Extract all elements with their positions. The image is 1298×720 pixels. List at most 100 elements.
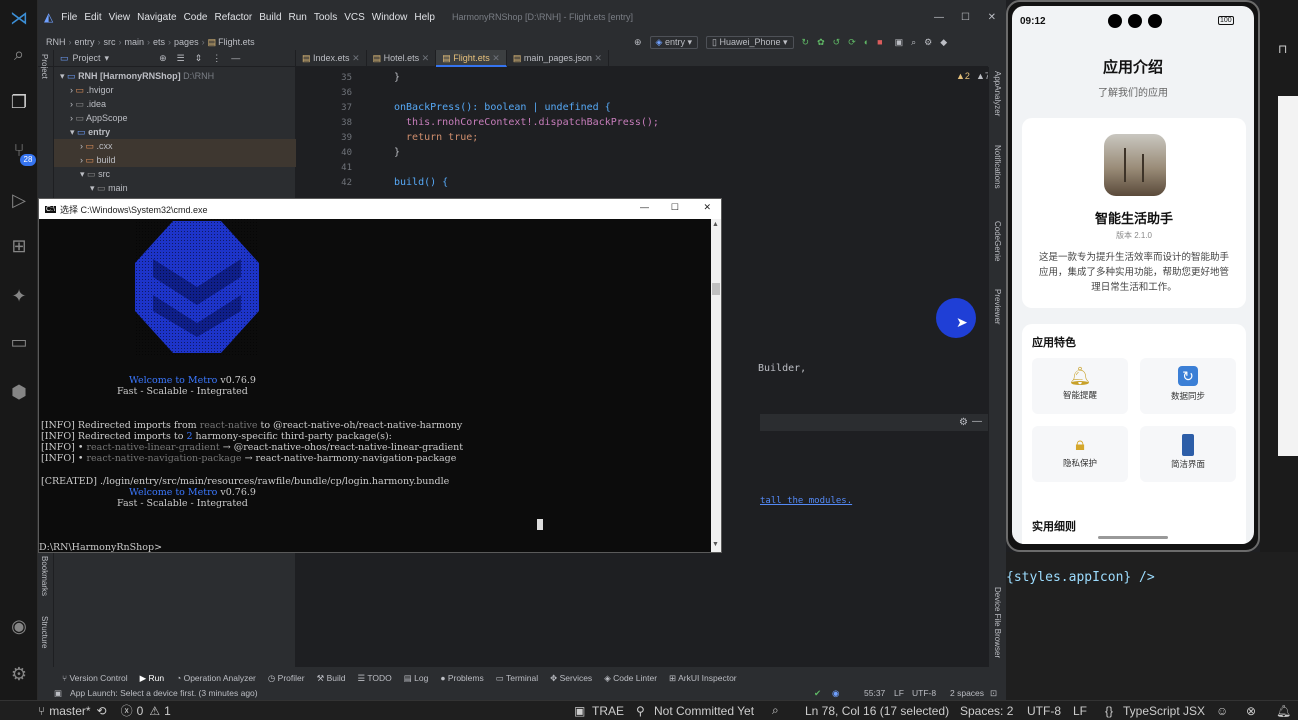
menu-build[interactable]: Build — [259, 12, 281, 23]
tree-item[interactable]: › ▭ .idea — [54, 97, 296, 111]
feature-item[interactable]: 🔒︎ 隐私保护 — [1032, 426, 1128, 482]
tree-item[interactable]: › ▭ build — [54, 153, 296, 167]
status-message[interactable]: App Launch: Select a device first. (3 mi… — [70, 688, 258, 698]
menu-vcs[interactable]: VCS — [344, 12, 365, 23]
debug-icon[interactable]: ✿ — [817, 37, 825, 48]
breadcrumb-item[interactable]: entry — [75, 37, 95, 47]
warning-count[interactable]: 1 — [164, 704, 171, 718]
structure-tool-tab[interactable]: Structure — [40, 616, 49, 648]
tab-log[interactable]: ▤ Log — [404, 673, 429, 684]
menu-edit[interactable]: Edit — [84, 12, 101, 23]
notifications-icon[interactable]: 🔔︎ — [1276, 704, 1291, 718]
breadcrumb-item[interactable]: Flight.ets — [218, 37, 255, 47]
stop-icon[interactable]: ■ — [877, 37, 882, 47]
tab-version-control[interactable]: ⑂ Version Control — [62, 673, 128, 683]
tab-operation-analyzer[interactable]: ◔ Operation Analyzer — [176, 673, 256, 683]
menu-code[interactable]: Code — [184, 12, 208, 23]
tab-code-linter[interactable]: ◈ Code Linter — [604, 673, 657, 684]
feature-item[interactable]: ↻ 数据同步 — [1140, 358, 1236, 414]
cmd-prompt[interactable]: D:\RN\HarmonyRnShop> — [39, 542, 162, 553]
hide-panel-icon[interactable]: — — [231, 53, 240, 63]
breadcrumb-item[interactable]: main — [125, 37, 145, 47]
explorer-icon[interactable]: ❐ — [7, 90, 31, 114]
git-branch[interactable]: master* — [49, 704, 90, 718]
tab-arkui-inspector[interactable]: ⊞ ArkUI Inspector — [669, 673, 737, 684]
coverage-icon[interactable]: ◐ — [864, 37, 869, 47]
extensions-icon[interactable]: ⊞ — [7, 234, 31, 258]
tree-item[interactable]: ▾ ▭ entry — [54, 125, 296, 139]
notifications-tool-tab[interactable]: Notifications — [993, 145, 1002, 189]
breadcrumb-item[interactable]: ets — [153, 37, 165, 47]
feature-item[interactable]: 🔔︎ 智能提醒 — [1032, 358, 1128, 414]
menu-window[interactable]: Window — [372, 12, 408, 23]
trae-label[interactable]: TRAE — [592, 704, 624, 718]
commit-status[interactable]: Not Committed Yet — [654, 704, 754, 718]
tab-terminal[interactable]: ▭ Terminal — [496, 673, 538, 684]
shield-icon[interactable]: ⬢ — [7, 380, 31, 404]
tab-run[interactable]: ▶ Run — [140, 673, 165, 684]
cmd-minimize-button[interactable]: — — [640, 202, 649, 212]
search-icon[interactable]: ⌕ — [7, 42, 31, 66]
menu-file[interactable]: File — [61, 12, 77, 23]
language-mode[interactable]: TypeScript JSX — [1123, 704, 1205, 718]
menu-view[interactable]: View — [109, 12, 131, 23]
menu-run[interactable]: Run — [289, 12, 307, 23]
lock-icon[interactable]: ⊡ — [990, 688, 997, 699]
console-link[interactable]: tall the modules. — [760, 496, 852, 506]
file-encoding[interactable]: UTF-8 — [912, 688, 936, 698]
run-config-select[interactable]: ◈ entry ▾ — [649, 35, 699, 49]
close-button[interactable]: ✕ — [988, 12, 996, 23]
expand-icon[interactable]: ⇕ — [195, 53, 203, 64]
cursor-position[interactable]: Ln 78, Col 16 (17 selected) — [805, 704, 949, 718]
search-everywhere-icon[interactable]: ⌕ — [911, 37, 916, 48]
extension-icon[interactable]: ✦ — [7, 284, 31, 308]
rerun-icon[interactable]: ↻ — [802, 37, 810, 48]
locate-icon[interactable]: ⊕ — [159, 53, 167, 64]
sync-status-icon[interactable]: ⟲ — [97, 704, 107, 718]
maximize-button[interactable]: ☐ — [961, 12, 970, 23]
tab-flight[interactable]: ▤ Flight.ets ✕ — [436, 49, 507, 67]
cmd-close-button[interactable]: ✕ — [703, 202, 711, 213]
tab-services[interactable]: ✥ Services — [550, 673, 592, 684]
tree-item[interactable]: › ▭ AppScope — [54, 111, 296, 125]
warning-icon[interactable]: ▲2 — [956, 71, 970, 81]
gear-icon[interactable]: ⚙ — [7, 662, 31, 686]
indent-status[interactable]: Spaces: 2 — [960, 704, 1013, 718]
account-icon[interactable]: ◉ — [7, 614, 31, 638]
collapse-icon[interactable]: ☰ — [177, 53, 185, 64]
error-count[interactable]: 0 — [137, 704, 144, 718]
cmd-window[interactable]: C:\ 选择 C:\Windows\System32\cmd.exe — ☐ ✕… — [38, 198, 722, 553]
live-share-icon[interactable]: ⊗ — [1246, 704, 1256, 718]
tree-item[interactable]: ▾ ▭ main — [54, 181, 296, 195]
cmd-output[interactable]: Welcome to Metro v0.76.9 Fast - Scalable… — [39, 219, 711, 553]
settings-icon[interactable]: ⚙ — [924, 37, 932, 48]
hide-run-icon[interactable]: — — [972, 416, 982, 427]
phone-screen[interactable]: 09:12 100 应用介绍 了解我们的应用 智能生活助手 版本 2.1.0 这… — [1012, 6, 1254, 544]
feature-item[interactable]: 简洁界面 — [1140, 426, 1236, 482]
breadcrumb-item[interactable]: src — [104, 37, 116, 47]
tree-item[interactable]: ▾ ▭ src — [54, 167, 296, 181]
attach-icon[interactable]: ⟳ — [848, 37, 856, 48]
menu-navigate[interactable]: Navigate — [137, 12, 176, 23]
options-icon[interactable]: ⋮ — [212, 53, 221, 64]
tab-index[interactable]: ▤ Index.ets ✕ — [296, 49, 367, 67]
project-view-select[interactable]: Project — [73, 53, 101, 63]
caret-position[interactable]: 55:37 — [864, 688, 885, 698]
eol-status[interactable]: LF — [1073, 704, 1087, 718]
menu-refactor[interactable]: Refactor — [214, 12, 252, 23]
target-icon[interactable]: ⊕ — [634, 37, 642, 48]
previewer-tool-tab[interactable]: Previewer — [993, 289, 1002, 325]
split-icon[interactable]: ⊓ — [1278, 42, 1287, 56]
profile-icon[interactable]: ↺ — [833, 37, 841, 48]
bookmarks-tool-tab[interactable]: Bookmarks — [40, 556, 49, 596]
breadcrumb-item[interactable]: pages — [174, 37, 199, 47]
home-indicator[interactable] — [1098, 536, 1168, 539]
run-debug-icon[interactable]: ▷ — [7, 188, 31, 212]
tree-item[interactable]: › ▭ .cxx — [54, 139, 296, 153]
cmd-maximize-button[interactable]: ☐ — [671, 202, 679, 213]
tree-root[interactable]: ▾ ▭ RNH [HarmonyRNShop] D:\RNH — [54, 69, 296, 83]
tree-item[interactable]: › ▭ .hvigor — [54, 83, 296, 97]
appanalyzer-tool-tab[interactable]: AppAnalyzer — [993, 71, 1002, 116]
menu-help[interactable]: Help — [414, 12, 435, 23]
menu-tools[interactable]: Tools — [314, 12, 337, 23]
